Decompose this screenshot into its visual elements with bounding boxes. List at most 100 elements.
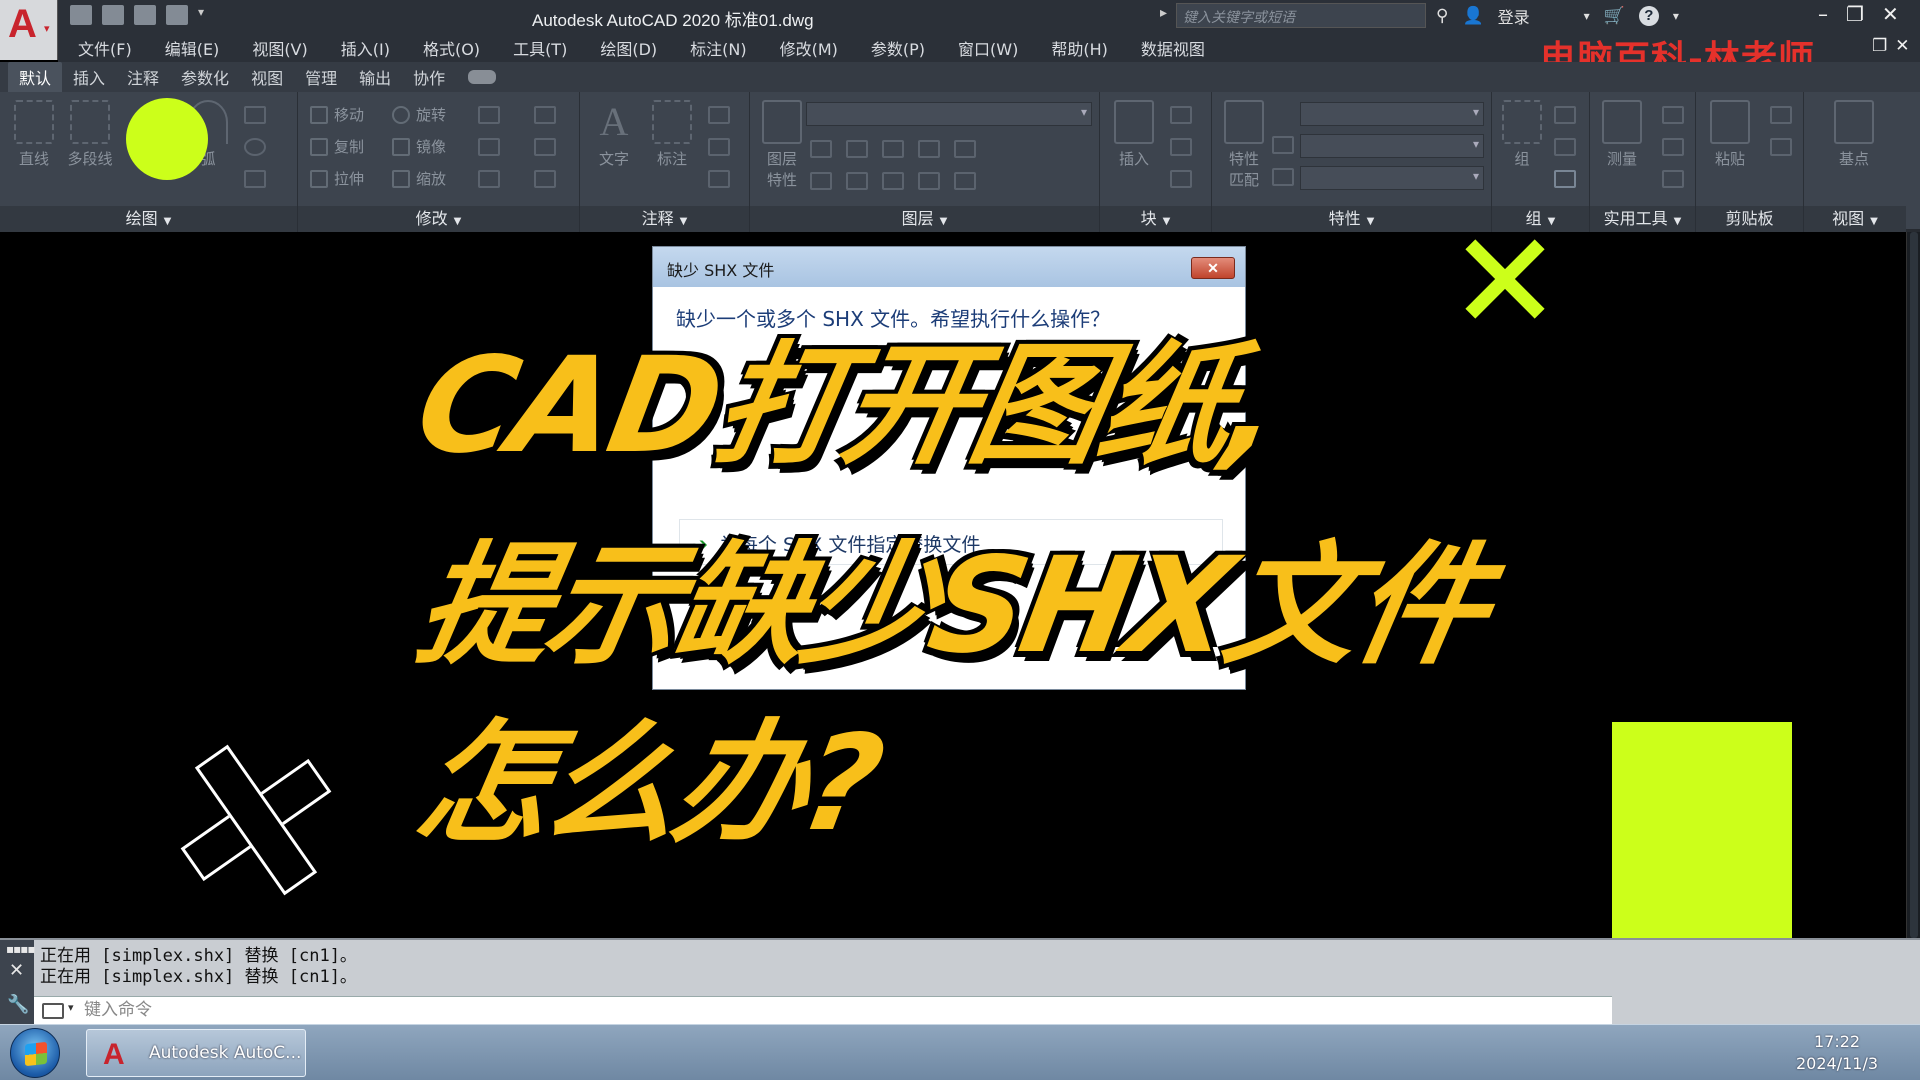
- polyline-button[interactable]: 多段线: [60, 100, 120, 169]
- search-input[interactable]: 键入关键字或短语: [1176, 3, 1426, 28]
- menu-dimension[interactable]: 标注(N): [690, 36, 746, 60]
- help-dropdown-icon[interactable]: ▾: [1673, 9, 1679, 23]
- mirror-button[interactable]: 镜像: [392, 136, 446, 157]
- new-file-icon[interactable]: [70, 5, 92, 25]
- taskbar-autocad-item[interactable]: A Autodesk AutoC...: [86, 1029, 306, 1077]
- application-menu-button[interactable]: A ▾: [0, 0, 58, 60]
- scrollbar-thumb[interactable]: [1910, 232, 1918, 938]
- save-icon[interactable]: [134, 5, 156, 25]
- layer-unisolate-icon[interactable]: [846, 172, 868, 190]
- cart-icon[interactable]: 🛒: [1604, 6, 1625, 26]
- layer-lock-icon[interactable]: [918, 140, 940, 158]
- tab-insert[interactable]: 插入: [62, 62, 116, 92]
- panel-view-title[interactable]: 视图 ▼: [1804, 206, 1906, 232]
- command-input[interactable]: [84, 999, 1584, 1021]
- ungroup-icon[interactable]: [1554, 106, 1576, 124]
- dropdown-icon[interactable]: ▾: [1584, 9, 1590, 23]
- menu-edit[interactable]: 编辑(E): [165, 36, 220, 60]
- edit-block-icon[interactable]: [1170, 138, 1192, 156]
- menu-help[interactable]: 帮助(H): [1051, 36, 1108, 60]
- linetype-dropdown[interactable]: [1300, 166, 1484, 190]
- block-attribute-icon[interactable]: [1170, 170, 1192, 188]
- select-all-icon[interactable]: [1662, 138, 1684, 156]
- offset-icon[interactable]: [534, 170, 556, 188]
- insert-block-button[interactable]: 插入: [1104, 100, 1164, 169]
- tab-collaborate[interactable]: 协作: [402, 62, 456, 92]
- canvas-scrollbar[interactable]: [1906, 232, 1920, 938]
- panel-modify-title[interactable]: 修改 ▼: [298, 206, 579, 232]
- ellipse-icon[interactable]: [244, 138, 266, 156]
- command-prompt-icon[interactable]: [42, 1003, 64, 1019]
- trim-icon[interactable]: [478, 106, 500, 124]
- menu-insert[interactable]: 插入(I): [341, 36, 390, 60]
- panel-annotation-title[interactable]: 注释 ▼: [580, 206, 749, 232]
- base-view-button[interactable]: 基点: [1824, 100, 1884, 169]
- menu-modify[interactable]: 修改(M): [780, 36, 838, 60]
- fillet-icon[interactable]: [478, 138, 500, 156]
- text-button[interactable]: A 文字: [584, 100, 644, 169]
- layer-properties-button[interactable]: 图层 特性: [752, 100, 812, 190]
- panel-utilities-title[interactable]: 实用工具 ▼: [1590, 206, 1695, 232]
- color-dropdown[interactable]: [1300, 102, 1484, 126]
- system-clock[interactable]: 17:22 2024/11/3: [1796, 1031, 1878, 1075]
- line-button[interactable]: 直线: [4, 100, 64, 169]
- ribbon-toggle-icon[interactable]: [468, 70, 497, 84]
- layer-freeze-icon[interactable]: [882, 140, 904, 158]
- restore-icon[interactable]: ❐: [1846, 2, 1864, 26]
- menu-view[interactable]: 视图(V): [252, 36, 307, 60]
- layer-dropdown[interactable]: [806, 102, 1092, 126]
- tab-output[interactable]: 输出: [348, 62, 402, 92]
- array-icon[interactable]: [478, 170, 500, 188]
- close-icon[interactable]: ✕: [1882, 2, 1899, 26]
- copy-button[interactable]: 复制: [310, 136, 364, 157]
- paste-button[interactable]: 粘贴: [1700, 100, 1760, 169]
- tab-manage[interactable]: 管理: [294, 62, 348, 92]
- erase-icon[interactable]: [534, 106, 556, 124]
- quick-select-icon[interactable]: [1662, 106, 1684, 124]
- binoculars-icon[interactable]: ⚲: [1436, 6, 1448, 26]
- start-button[interactable]: [10, 1028, 60, 1078]
- qat-dropdown-icon[interactable]: ▾: [198, 5, 208, 25]
- group-button[interactable]: 组: [1492, 100, 1552, 169]
- panel-block-title[interactable]: 块 ▼: [1100, 206, 1211, 232]
- panel-properties-title[interactable]: 特性 ▼: [1212, 206, 1491, 232]
- command-close-icon[interactable]: ✕: [9, 960, 24, 981]
- stretch-button[interactable]: 拉伸: [310, 168, 364, 189]
- layer-unlock-icon[interactable]: [918, 172, 940, 190]
- search-expand-icon[interactable]: ▸: [1160, 5, 1167, 21]
- layer-match-icon[interactable]: [954, 172, 976, 190]
- tab-annotate[interactable]: 注释: [116, 62, 170, 92]
- copy-clip-icon[interactable]: [1770, 138, 1792, 156]
- explode-icon[interactable]: [534, 138, 556, 156]
- menu-draw[interactable]: 绘图(D): [600, 36, 657, 60]
- tab-parametric[interactable]: 参数化: [170, 62, 240, 92]
- panel-groups-title[interactable]: 组 ▼: [1492, 206, 1589, 232]
- menu-tools[interactable]: 工具(T): [513, 36, 567, 60]
- doc-restore-icon[interactable]: ❐: [1872, 36, 1887, 56]
- open-file-icon[interactable]: [102, 5, 124, 25]
- doc-close-icon[interactable]: ✕: [1895, 36, 1909, 56]
- linear-dim-icon[interactable]: [708, 106, 730, 124]
- group-edit-icon[interactable]: [1554, 138, 1576, 156]
- dimension-button[interactable]: 标注: [642, 100, 702, 169]
- layer-current-icon[interactable]: [954, 140, 976, 158]
- calculator-icon[interactable]: [1662, 170, 1684, 188]
- match-properties-button[interactable]: 特性 匹配: [1214, 100, 1274, 190]
- panel-layers-title[interactable]: 图层 ▼: [750, 206, 1099, 232]
- menu-window[interactable]: 窗口(W): [958, 36, 1018, 60]
- rotate-button[interactable]: 旋转: [392, 104, 446, 125]
- rectangle-icon[interactable]: [244, 106, 266, 124]
- layer-isolate-icon[interactable]: [846, 140, 868, 158]
- leader-icon[interactable]: [708, 138, 730, 156]
- layer-off-icon[interactable]: [810, 140, 832, 158]
- wrench-icon[interactable]: 🔧: [7, 994, 29, 1015]
- cut-icon[interactable]: [1770, 106, 1792, 124]
- menu-format[interactable]: 格式(O): [423, 36, 480, 60]
- hatch-icon[interactable]: [244, 170, 266, 188]
- command-dropdown-icon[interactable]: ▾: [68, 1001, 74, 1014]
- menu-file[interactable]: 文件(F): [78, 36, 132, 60]
- tab-default[interactable]: 默认: [8, 62, 63, 92]
- user-icon[interactable]: 👤: [1462, 6, 1483, 26]
- table-icon[interactable]: [708, 170, 730, 188]
- menu-parametric[interactable]: 参数(P): [871, 36, 925, 60]
